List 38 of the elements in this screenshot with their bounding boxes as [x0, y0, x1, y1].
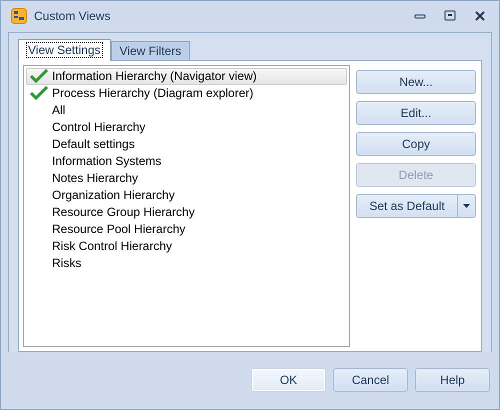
item-label: Control Hierarchy — [52, 119, 146, 136]
list-item[interactable]: Default settings — [26, 136, 347, 153]
app-icon — [11, 8, 27, 24]
maximize-icon — [443, 9, 457, 24]
tab[interactable]: View Filters — [110, 40, 190, 61]
item-label: Risk Control Hierarchy — [52, 238, 172, 256]
item-label: Risks — [52, 255, 82, 272]
list-item[interactable]: All — [26, 102, 347, 119]
dialog-button[interactable]: OK — [251, 368, 326, 392]
list-item[interactable]: Process Hierarchy (Diagram explorer) — [26, 84, 347, 102]
list-item[interactable]: Resource Group Hierarchy — [26, 204, 347, 221]
split-button[interactable]: Set as Default — [356, 194, 476, 218]
list-item[interactable]: Information Hierarchy (Navigator view) — [26, 68, 347, 85]
tab[interactable]: View Settings — [18, 38, 110, 61]
window-title: Custom Views — [34, 8, 112, 26]
item-label: Information Systems — [52, 153, 162, 170]
close-icon — [473, 9, 487, 24]
list-item[interactable]: Organization Hierarchy — [26, 186, 347, 204]
action-button[interactable]: New... — [356, 70, 476, 94]
item-label: Process Hierarchy (Diagram explorer) — [52, 85, 254, 102]
list-item[interactable]: Notes Hierarchy — [26, 170, 347, 187]
list-item[interactable]: Control Hierarchy — [26, 118, 347, 136]
action-button[interactable]: Copy — [356, 132, 476, 156]
list-item[interactable]: Resource Pool Hierarchy — [26, 220, 347, 238]
dialog-button[interactable]: Cancel — [333, 368, 408, 392]
dialog-button[interactable]: Help — [415, 368, 490, 392]
item-label: Organization Hierarchy — [52, 187, 175, 204]
action-button[interactable]: Edit... — [356, 100, 476, 125]
item-label: Resource Group Hierarchy — [52, 204, 195, 222]
item-label: All — [52, 102, 66, 120]
item-label: Notes Hierarchy — [52, 170, 138, 188]
list-item[interactable]: Risks — [26, 254, 347, 272]
item-label: Information Hierarchy (Navigator view) — [52, 68, 257, 86]
list-item[interactable]: Information Systems — [26, 152, 347, 170]
list-item[interactable]: Risk Control Hierarchy — [26, 238, 347, 255]
item-label: Resource Pool Hierarchy — [52, 221, 186, 238]
caret-icon — [463, 204, 470, 208]
item-label: Default settings — [52, 136, 135, 154]
